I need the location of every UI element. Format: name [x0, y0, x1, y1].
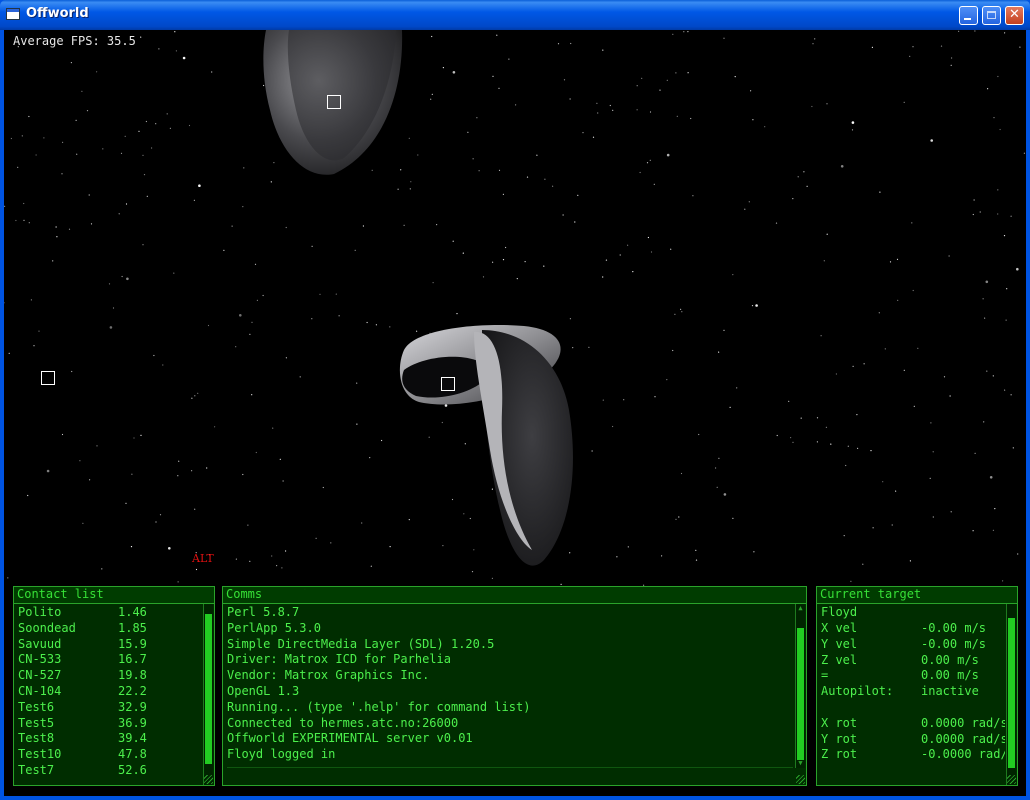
- contact-name: Savuud: [18, 636, 62, 651]
- title-bar[interactable]: Offworld ✕: [0, 0, 1030, 30]
- target-marker[interactable]: [441, 377, 455, 391]
- target-field-label: Z rot: [821, 747, 858, 762]
- target-marker[interactable]: [327, 95, 341, 109]
- maximize-icon: [983, 7, 1000, 24]
- target-field-label: X rot: [821, 715, 858, 730]
- contact-name: Soondead: [18, 620, 76, 635]
- target-field-value: -0.00 m/s: [921, 621, 987, 635]
- contact-name: CN-533: [18, 652, 62, 667]
- window-title: Offworld: [26, 6, 89, 21]
- close-button[interactable]: ✕: [1005, 6, 1024, 25]
- contact-scrollbar[interactable]: [203, 604, 213, 785]
- contact-distance: 1.85: [118, 620, 147, 635]
- comms-scrollbar[interactable]: ▲ ▼: [795, 604, 805, 768]
- target-scrollbar[interactable]: [1006, 604, 1016, 785]
- contact-distance: 47.8: [118, 747, 147, 762]
- contact-name: Test5: [18, 715, 55, 730]
- contact-distance: 19.8: [118, 668, 147, 683]
- target-name: Floyd: [821, 605, 858, 619]
- comms-line: Vendor: Matrox Graphics Inc.: [227, 668, 430, 683]
- panel-title: Current target: [817, 587, 1017, 604]
- panel-title: Comms: [223, 587, 806, 604]
- target-field-value: 0.00 m/s: [921, 668, 979, 683]
- contact-name: Polito: [18, 605, 62, 619]
- scroll-thumb[interactable]: [205, 614, 212, 764]
- minimize-icon: [960, 7, 977, 24]
- contact-name: Test8: [18, 731, 55, 746]
- contact-distance: 32.9: [118, 699, 147, 714]
- comms-line: Perl 5.8.7: [227, 605, 300, 619]
- contact-name: Test6: [18, 699, 55, 714]
- resize-grip[interactable]: [1007, 775, 1016, 784]
- minimize-button[interactable]: [959, 6, 978, 25]
- list-item[interactable]: Test8 39.4: [18, 730, 200, 746]
- contact-distance: 15.9: [118, 636, 147, 651]
- resize-grip[interactable]: [796, 775, 805, 784]
- list-item[interactable]: Polito 1.46: [18, 604, 200, 620]
- list-item[interactable]: Test6 32.9: [18, 699, 200, 715]
- target-field-value: -0.00 m/s: [921, 636, 987, 651]
- target-field-label: Autopilot:: [821, 684, 894, 699]
- scroll-down-arrow-icon[interactable]: ▼: [796, 759, 805, 768]
- comms-panel: Comms Perl 5.8.7 PerlApp 5.3.0 Simple Dire…: [222, 586, 807, 786]
- contact-distance: 36.9: [118, 715, 147, 730]
- resize-grip[interactable]: [204, 775, 213, 784]
- comms-line: Connected to hermes.atc.no:26000: [227, 715, 459, 730]
- comms-line: PerlApp 5.3.0: [227, 620, 321, 635]
- comms-line: Driver: Matrox ICD for Parhelia: [227, 652, 451, 667]
- target-field-value: -0.0000 rad/s: [921, 747, 1005, 762]
- alt-indicator: ALT: [192, 552, 214, 565]
- list-item[interactable]: Test5 36.9: [18, 715, 200, 731]
- maximize-button[interactable]: [982, 6, 1001, 25]
- target-field-label: =: [821, 668, 829, 683]
- contact-name: Test10: [18, 747, 62, 762]
- contact-name: CN-527: [18, 668, 62, 683]
- contact-name: CN-104: [18, 684, 62, 698]
- scroll-thumb[interactable]: [1008, 618, 1015, 768]
- comms-line: Running... (type '.help' for command lis…: [227, 699, 531, 714]
- target-field-value: 0.00 m/s: [921, 652, 979, 667]
- app-window: Offworld ✕ Average FPS: 35.5 ALT Contact…: [0, 0, 1030, 800]
- target-field-value: 0.0000 rad/s: [921, 715, 1005, 730]
- contact-list-panel: Contact list Polito 1.46 Soondead 1.85 Savuu…: [13, 586, 215, 786]
- scroll-up-arrow-icon[interactable]: ▲: [796, 604, 805, 613]
- target-field-value: 0.0000 rad/s: [921, 731, 1005, 746]
- scroll-thumb[interactable]: [797, 628, 804, 760]
- target-field-label: X vel: [821, 621, 858, 635]
- list-item[interactable]: CN-104 22.2: [18, 683, 200, 699]
- comms-line: Offworld EXPERIMENTAL server v0.01: [227, 731, 473, 746]
- contact-name: Test7: [18, 763, 55, 777]
- list-item[interactable]: CN-527 19.8: [18, 667, 200, 683]
- target-field-label: Y rot: [821, 731, 858, 746]
- list-item[interactable]: Savuud 15.9: [18, 636, 200, 652]
- contact-distance: 52.6: [118, 763, 147, 777]
- game-viewport[interactable]: Average FPS: 35.5 ALT Contact list Polit…: [4, 30, 1026, 796]
- contact-distance: 39.4: [118, 731, 147, 746]
- contact-distance: 22.2: [118, 684, 147, 698]
- app-window-icon[interactable]: [6, 8, 20, 20]
- target-field-label: Z vel: [821, 652, 858, 667]
- target-marker[interactable]: [41, 371, 55, 385]
- panel-title: Contact list: [14, 587, 214, 604]
- contact-distance: 16.7: [118, 652, 147, 667]
- command-input[interactable]: [227, 767, 793, 783]
- target-panel: Current target Floyd X vel -0.00 m/s Y vel…: [816, 586, 1018, 786]
- ship-center: [399, 325, 573, 566]
- fps-counter: Average FPS: 35.5: [13, 34, 136, 48]
- contact-distance: 1.46: [118, 605, 147, 619]
- close-icon: ✕: [1009, 7, 1020, 22]
- target-field-value: [921, 699, 1005, 715]
- comms-line: Floyd logged in: [227, 747, 336, 762]
- comms-line: OpenGL 1.3: [227, 684, 300, 698]
- list-item[interactable]: CN-533 16.7: [18, 651, 200, 667]
- target-field-label: Y vel: [821, 636, 858, 651]
- list-item[interactable]: Test10 47.8: [18, 746, 200, 762]
- list-item[interactable]: Soondead 1.85: [18, 620, 200, 636]
- target-field-value: inactive: [921, 684, 979, 699]
- list-item[interactable]: Test7 52.6: [18, 762, 200, 778]
- comms-line: Simple DirectMedia Layer (SDL) 1.20.5: [227, 636, 495, 651]
